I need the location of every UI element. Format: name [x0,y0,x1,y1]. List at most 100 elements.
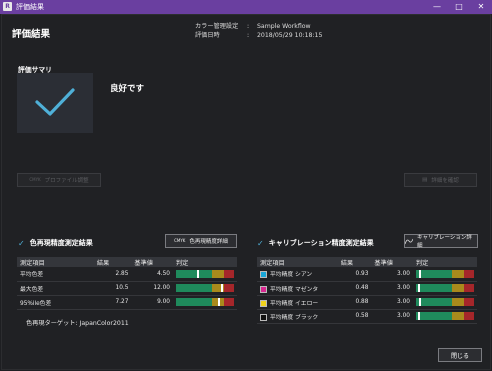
table-row: 平均精度 イエロー 0.88 3.00 [257,295,477,310]
judgement-segment [463,298,474,306]
judgement-bar [415,312,474,320]
check-icon: ✓ [257,238,264,248]
calib-section-title: ✓ キャリブレーション精度測定結果 [257,238,374,248]
row-judgement [412,281,477,296]
row-item-label: 平均精度 ブラック [270,314,319,321]
judgement-bar [175,284,234,292]
calib-results-table: 測定項目 結果 基準値 判定 平均精度 シアン 0.93 3.00 平均精度 マ… [257,257,477,324]
eval-date-key: 評価日時 [195,32,220,39]
judgement-segment [451,284,464,292]
eval-date-value: 2018/05/29 10:18:15 [257,32,323,39]
judgement-segment [463,284,474,292]
row-result: 0.58 [337,309,372,324]
row-item: 平均色差 [17,267,94,282]
judgement-bar [175,298,234,306]
table-row: 最大色差 10.5 12.00 [17,281,237,296]
judgement-marker [217,298,220,306]
row-judgement [412,295,477,310]
calib-detail-button[interactable]: キャリブレーション詳細 [404,234,478,249]
confirm-details-label: 詳細を確認 [431,178,459,184]
cyan-swatch [260,271,267,279]
judgement-segment [211,269,224,278]
row-judgement [172,295,237,310]
col-header-item: 測定項目 [17,257,94,267]
separator: : [247,32,250,39]
row-item-label: 平均精度 イエロー [270,300,319,307]
check-icon: ✓ [18,238,25,248]
black-swatch [260,313,267,321]
row-result: 0.88 [337,295,372,310]
color-target-label: 色再現ターゲット: JapanColor2011 [26,320,129,327]
curve-icon [405,238,413,244]
app-logo-icon: R [3,2,12,11]
maximize-button[interactable]: □ [448,0,470,14]
row-standard: 3.00 [371,267,413,282]
summary-message: 良好です [110,84,145,94]
table-row: 平均精度 シアン 0.93 3.00 [257,267,477,282]
close-button[interactable]: 閉じる [438,348,482,362]
col-header-item: 測定項目 [257,257,338,267]
row-item: 平均精度 イエロー [257,295,338,310]
color-mgmt-key: カラー管理設定 [195,23,239,30]
row-result: 10.5 [93,281,132,296]
color-section-title: ✓ 色再現精度測定結果 [18,238,93,248]
color-detail-label: 色再現精度詳細 [189,239,228,245]
profile-adjust-button[interactable]: CMYK プロファイル調整 [17,173,101,187]
col-header-result: 結果 [337,257,372,267]
title-bar: R 評価結果 — □ ✕ [0,0,492,14]
row-item: 平均精度 シアン [257,267,338,282]
large-check-icon [35,88,75,116]
window-title: 評価結果 [16,3,44,11]
judgement-bar [175,269,234,278]
judgement-segment [463,312,474,320]
col-header-result: 結果 [93,257,132,267]
row-result: 0.48 [337,281,372,296]
judgement-segment [451,312,464,320]
table-row: 平均色差 2.85 4.50 [17,267,237,282]
row-standard: 4.50 [131,267,173,282]
row-item-label: 平均精度 マゼンタ [270,286,319,293]
row-item: 95%ile色差 [17,295,94,310]
judgement-segment [463,269,474,278]
col-header-judgement: 判定 [412,257,477,267]
judgement-segment [451,269,464,278]
judgement-segment [223,284,234,292]
row-judgement [412,267,477,282]
calib-section-label: キャリブレーション精度測定結果 [268,239,374,247]
judgement-segment [415,269,452,278]
table-row: 95%ile色差 7.27 9.00 [17,295,237,310]
judgement-segment [223,298,234,306]
row-item-label: 平均精度 シアン [270,272,313,279]
judgement-marker [418,298,421,306]
row-item: 最大色差 [17,281,94,296]
color-results-table: 測定項目 結果 基準値 判定 平均色差 2.85 4.50 最大色差 10.5 … [17,257,237,310]
row-item: 平均精度 ブラック [257,309,338,324]
row-item: 平均精度 マゼンタ [257,281,338,296]
confirm-details-button[interactable]: ▤ 詳細を確認 [404,173,477,187]
evaluation-meta: カラー管理設定 : Sample Workflow 評価日時 : 2018/05… [195,22,322,40]
row-standard: 3.00 [371,295,413,310]
col-header-standard: 基準値 [131,257,173,267]
summary-status-box [17,73,93,133]
magenta-swatch [260,285,267,293]
profile-adjust-label: プロファイル調整 [44,178,89,184]
row-judgement [412,309,477,324]
judgement-segment [223,269,234,278]
yellow-swatch [260,299,267,307]
close-window-button[interactable]: ✕ [470,0,492,14]
judgement-marker [220,284,223,292]
judgement-marker [417,284,420,292]
judgement-bar [415,298,474,306]
minimize-button[interactable]: — [426,0,448,14]
row-result: 2.85 [93,267,132,282]
row-standard: 9.00 [131,295,173,310]
judgement-segment [415,312,452,320]
color-detail-button[interactable]: CMYK 色再現精度詳細 [165,234,237,248]
row-standard: 3.00 [371,309,413,324]
table-row: 平均精度 マゼンタ 0.48 3.00 [257,281,477,296]
row-result: 0.93 [337,267,372,282]
judgement-segment [415,284,452,292]
cmyk-icon: CMYK [174,238,186,243]
row-standard: 3.00 [371,281,413,296]
judgement-marker [418,269,421,278]
